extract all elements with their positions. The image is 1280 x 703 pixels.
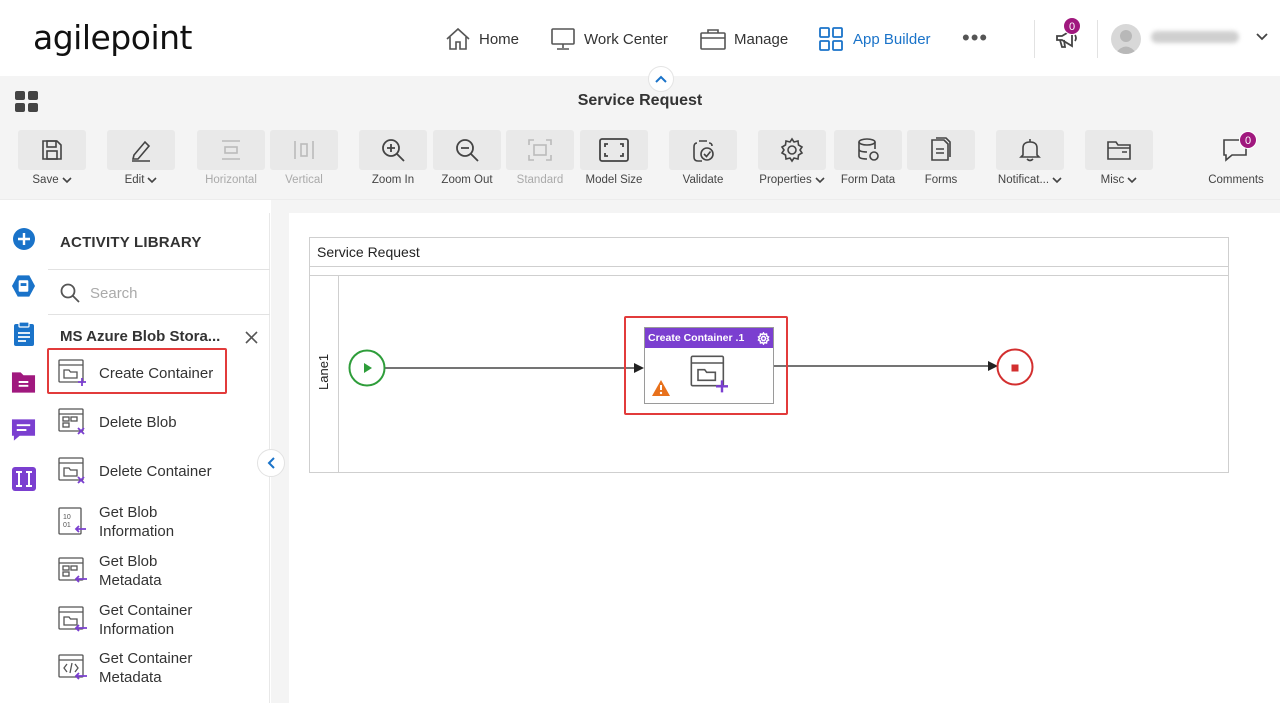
sequence-flow-start-to-task[interactable]	[385, 363, 644, 373]
sequence-flow-task-to-end[interactable]	[774, 361, 998, 371]
start-event[interactable]	[348, 349, 386, 387]
end-event[interactable]	[996, 348, 1034, 386]
highlight-box-activity	[624, 316, 788, 415]
